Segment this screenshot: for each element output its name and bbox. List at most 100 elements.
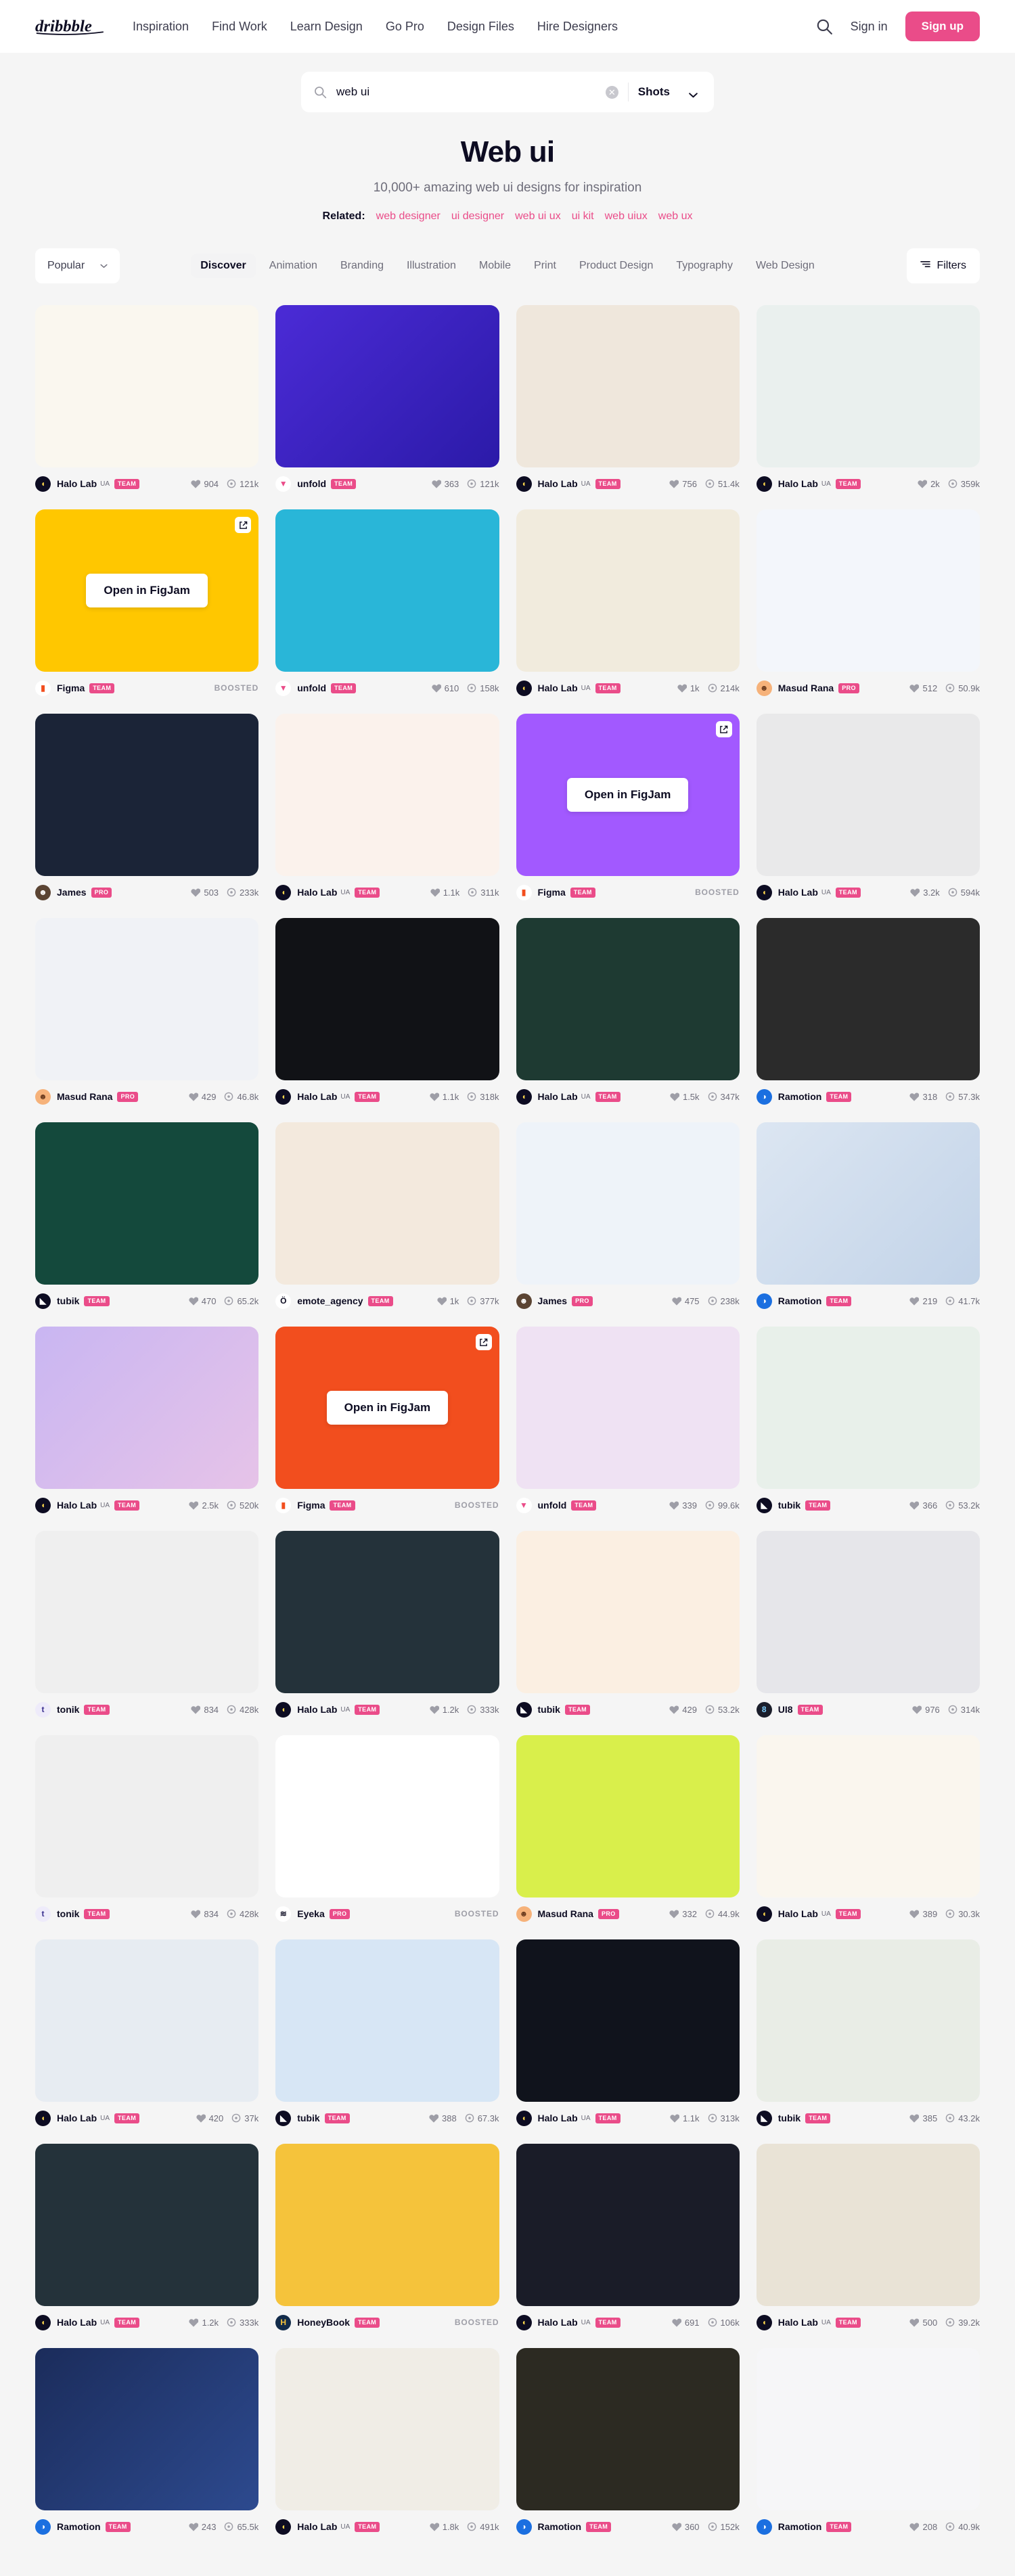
avatar[interactable]: ☻ xyxy=(756,680,772,696)
shot-author[interactable]: Ramotion xyxy=(778,1091,822,1102)
shot-author[interactable]: Halo Lab xyxy=(538,478,578,489)
avatar[interactable]: ◑ xyxy=(35,2518,51,2535)
avatar[interactable]: ≋ xyxy=(275,1906,292,1922)
shot-author[interactable]: Halo Lab xyxy=(57,478,97,489)
shot-thumbnail[interactable] xyxy=(756,2348,980,2510)
avatar[interactable]: ◖ xyxy=(35,2314,51,2330)
shot-thumbnail[interactable] xyxy=(275,1939,499,2102)
shot-thumbnail[interactable] xyxy=(756,918,980,1080)
shot-thumbnail[interactable] xyxy=(756,714,980,876)
avatar[interactable]: ◣ xyxy=(516,1701,532,1718)
shot-author[interactable]: Figma xyxy=(538,887,566,898)
shot-thumbnail[interactable] xyxy=(275,2348,499,2510)
nav-link-find-work[interactable]: Find Work xyxy=(212,20,267,34)
sort-dropdown[interactable]: Popular xyxy=(35,248,120,283)
avatar[interactable]: ▮ xyxy=(516,884,532,900)
shot-author[interactable]: Halo Lab xyxy=(538,2317,578,2328)
shot-author[interactable]: Eyeka xyxy=(297,1908,324,1919)
shot-author[interactable]: Ramotion xyxy=(57,2521,101,2532)
shot-author[interactable]: tonik xyxy=(57,1704,79,1715)
shot-thumbnail[interactable] xyxy=(275,305,499,467)
shot-thumbnail[interactable]: Open in FigJam xyxy=(275,1327,499,1489)
shot-author[interactable]: Masud Rana xyxy=(57,1091,112,1102)
shot-thumbnail[interactable] xyxy=(516,509,740,672)
avatar[interactable]: ◑ xyxy=(756,1293,772,1309)
shot-thumbnail[interactable] xyxy=(756,1939,980,2102)
avatar[interactable]: H xyxy=(275,2314,292,2330)
avatar[interactable]: ◖ xyxy=(516,2314,532,2330)
shot-thumbnail[interactable] xyxy=(35,2144,259,2306)
shot-thumbnail[interactable] xyxy=(756,1531,980,1693)
open-in-figjam-button[interactable]: Open in FigJam xyxy=(326,1391,449,1425)
avatar[interactable]: ◖ xyxy=(516,680,532,696)
shot-author[interactable]: tubik xyxy=(778,2113,800,2123)
shot-thumbnail[interactable] xyxy=(756,1735,980,1898)
shot-thumbnail[interactable] xyxy=(35,1531,259,1693)
avatar[interactable]: ◖ xyxy=(275,2518,292,2535)
shot-author[interactable]: unfold xyxy=(538,1500,567,1511)
avatar[interactable]: ▼ xyxy=(516,1497,532,1513)
shot-thumbnail[interactable] xyxy=(35,1122,259,1285)
avatar[interactable]: ◣ xyxy=(275,2110,292,2126)
avatar[interactable]: ☻ xyxy=(516,1293,532,1309)
nav-link-go-pro[interactable]: Go Pro xyxy=(386,20,424,34)
open-in-figjam-button[interactable]: Open in FigJam xyxy=(86,574,208,607)
shot-thumbnail[interactable] xyxy=(275,1122,499,1285)
related-tag[interactable]: web ux xyxy=(658,210,693,223)
shot-thumbnail[interactable] xyxy=(756,305,980,467)
shot-thumbnail[interactable] xyxy=(516,918,740,1080)
search-scope-select[interactable]: Shots xyxy=(638,85,702,99)
shot-author[interactable]: Halo Lab xyxy=(538,2113,578,2123)
external-link-icon[interactable] xyxy=(475,1334,492,1350)
avatar[interactable]: ▮ xyxy=(35,680,51,696)
shot-author[interactable]: Ramotion xyxy=(778,1295,822,1306)
avatar[interactable]: ◑ xyxy=(756,1088,772,1105)
shot-author[interactable]: tubik xyxy=(778,1500,800,1511)
related-tag[interactable]: web ui ux xyxy=(515,210,561,223)
tab-mobile[interactable]: Mobile xyxy=(470,254,520,278)
shot-thumbnail[interactable]: Open in FigJam xyxy=(35,509,259,672)
shot-author[interactable]: Halo Lab xyxy=(778,1908,818,1919)
shot-author[interactable]: Masud Rana xyxy=(778,683,834,693)
shot-thumbnail[interactable] xyxy=(516,1735,740,1898)
shot-thumbnail[interactable] xyxy=(275,714,499,876)
shot-thumbnail[interactable] xyxy=(35,1735,259,1898)
avatar[interactable]: ◣ xyxy=(756,2110,772,2126)
shot-author[interactable]: tubik xyxy=(57,1295,79,1306)
nav-link-design-files[interactable]: Design Files xyxy=(447,20,514,34)
shot-author[interactable]: Halo Lab xyxy=(297,1704,337,1715)
avatar[interactable]: ◖ xyxy=(35,476,51,492)
shot-thumbnail[interactable] xyxy=(516,1531,740,1693)
avatar[interactable]: t xyxy=(35,1906,51,1922)
sign-up-button[interactable]: Sign up xyxy=(905,12,980,41)
shot-author[interactable]: Halo Lab xyxy=(778,887,818,898)
shot-thumbnail[interactable] xyxy=(516,1327,740,1489)
shot-author[interactable]: Halo Lab xyxy=(778,2317,818,2328)
shot-author[interactable]: Halo Lab xyxy=(297,1091,337,1102)
external-link-icon[interactable] xyxy=(715,721,732,737)
shot-author[interactable]: Halo Lab xyxy=(778,478,818,489)
shot-thumbnail[interactable] xyxy=(275,918,499,1080)
shot-author[interactable]: James xyxy=(538,1295,568,1306)
avatar[interactable]: ◣ xyxy=(756,1497,772,1513)
avatar[interactable]: ☻ xyxy=(35,884,51,900)
shot-thumbnail[interactable] xyxy=(275,1531,499,1693)
avatar[interactable]: t xyxy=(35,1701,51,1718)
avatar[interactable]: ☻ xyxy=(516,1906,532,1922)
shot-thumbnail[interactable]: Open in FigJam xyxy=(516,714,740,876)
shot-thumbnail[interactable] xyxy=(275,2144,499,2306)
shot-author[interactable]: Figma xyxy=(57,683,85,693)
shot-author[interactable]: Halo Lab xyxy=(538,683,578,693)
shot-author[interactable]: emote_agency xyxy=(297,1295,363,1306)
avatar[interactable]: ☻ xyxy=(35,1088,51,1105)
clear-icon[interactable]: ✕ xyxy=(605,85,618,99)
shot-thumbnail[interactable] xyxy=(516,2348,740,2510)
shot-author[interactable]: unfold xyxy=(297,683,326,693)
avatar[interactable]: ◖ xyxy=(275,1701,292,1718)
avatar[interactable]: ◖ xyxy=(756,884,772,900)
shot-thumbnail[interactable] xyxy=(35,305,259,467)
shot-thumbnail[interactable] xyxy=(756,509,980,672)
shot-author[interactable]: Ramotion xyxy=(778,2521,822,2532)
shot-author[interactable]: UI8 xyxy=(778,1704,793,1715)
avatar[interactable]: ▮ xyxy=(275,1497,292,1513)
